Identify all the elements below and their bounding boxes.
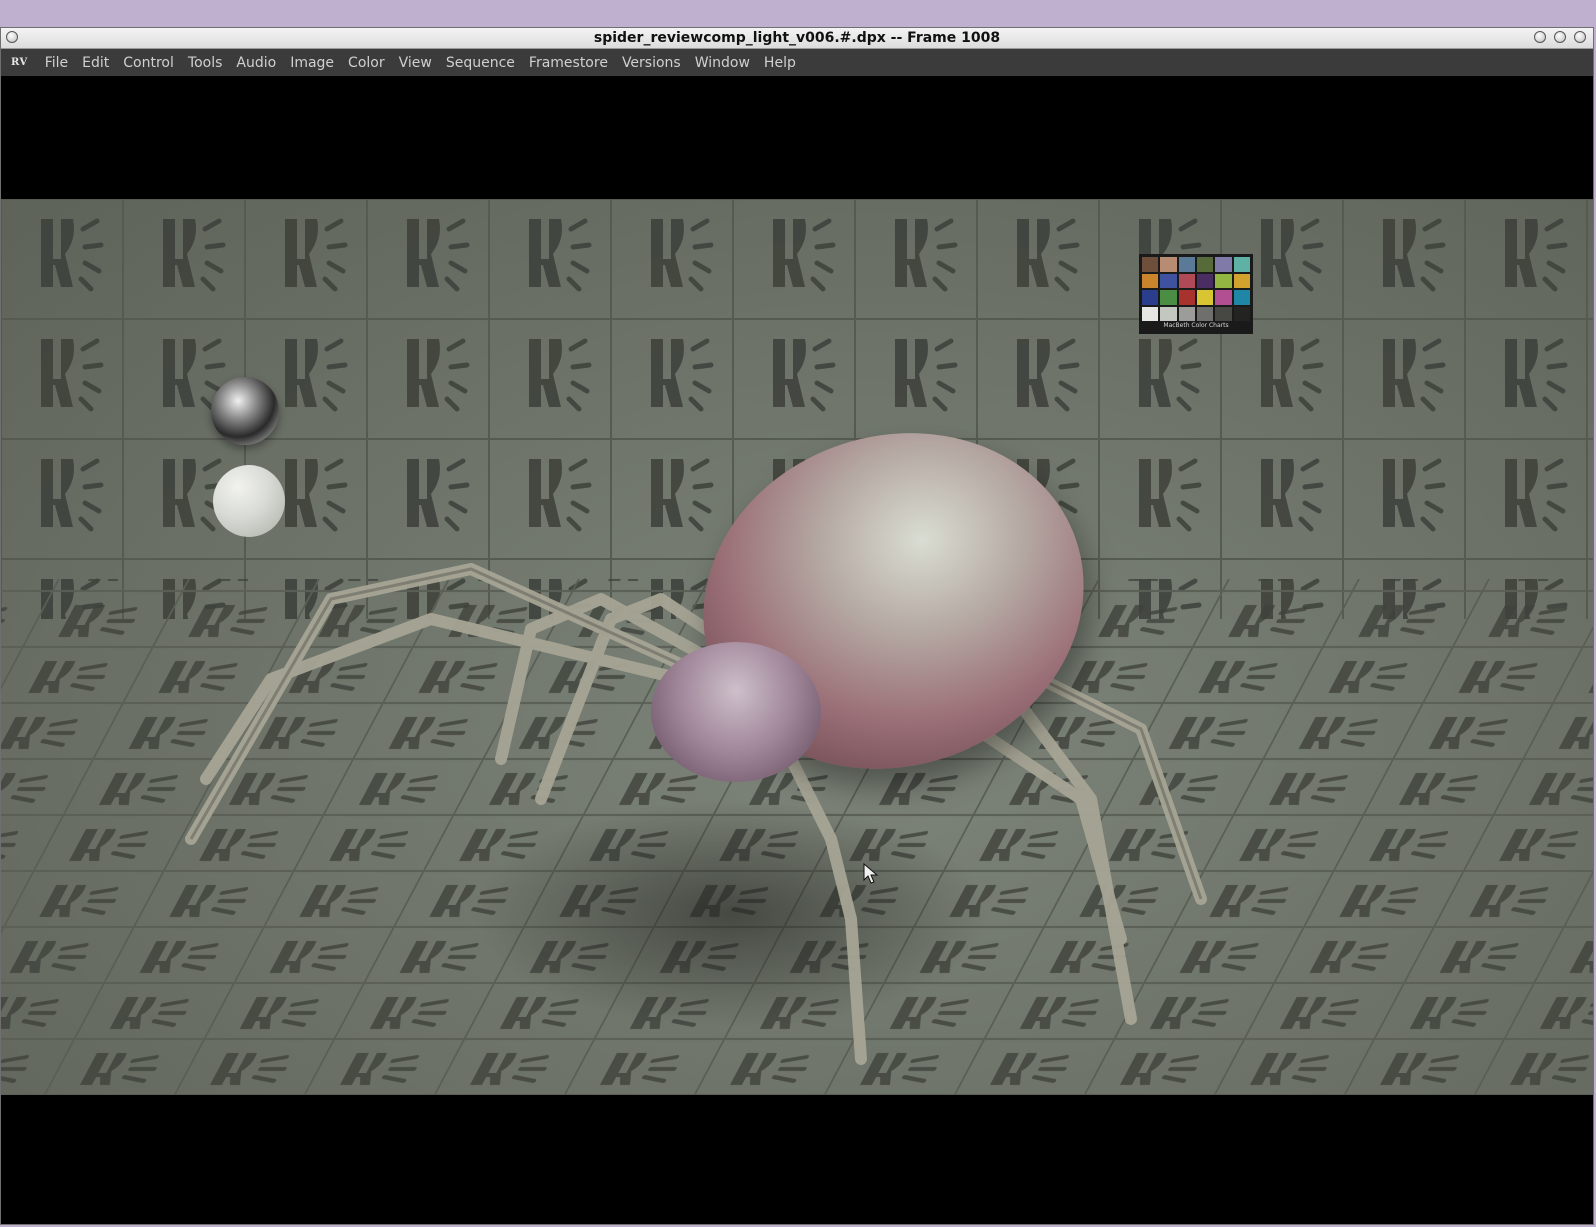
rv-window: spider_reviewcomp_light_v006.#.dpx -- Fr… <box>0 27 1594 1225</box>
menu-control[interactable]: Control <box>116 55 181 71</box>
menu-color[interactable]: Color <box>341 55 392 71</box>
menu-tools[interactable]: Tools <box>181 55 230 71</box>
window-title: spider_reviewcomp_light_v006.#.dpx -- Fr… <box>593 30 1001 46</box>
menu-window[interactable]: Window <box>688 55 757 71</box>
close-button[interactable] <box>1574 31 1586 43</box>
menu-image[interactable]: Image <box>283 55 341 71</box>
maximize-button[interactable] <box>1554 31 1566 43</box>
mouse-cursor-icon <box>863 863 879 884</box>
minimize-button[interactable] <box>1534 31 1546 43</box>
title-bar[interactable]: spider_reviewcomp_light_v006.#.dpx -- Fr… <box>1 28 1593 49</box>
rv-logo: RV <box>11 57 28 68</box>
menu-versions[interactable]: Versions <box>615 55 688 71</box>
menu-file[interactable]: File <box>38 55 75 71</box>
image-viewport[interactable]: MacBeth Color Charts <box>1 76 1593 1224</box>
menu-view[interactable]: View <box>392 55 439 71</box>
menu-help[interactable]: Help <box>757 55 803 71</box>
menu-sequence[interactable]: Sequence <box>439 55 522 71</box>
menu-edit[interactable]: Edit <box>75 55 116 71</box>
desktop-background <box>0 0 1596 27</box>
frame-image: MacBeth Color Charts <box>1 199 1593 1095</box>
menu-bar: RV File Edit Control Tools Audio Image C… <box>1 49 1593 76</box>
menu-audio[interactable]: Audio <box>229 55 283 71</box>
spider-head <box>651 642 821 782</box>
menu-framestore[interactable]: Framestore <box>522 55 615 71</box>
